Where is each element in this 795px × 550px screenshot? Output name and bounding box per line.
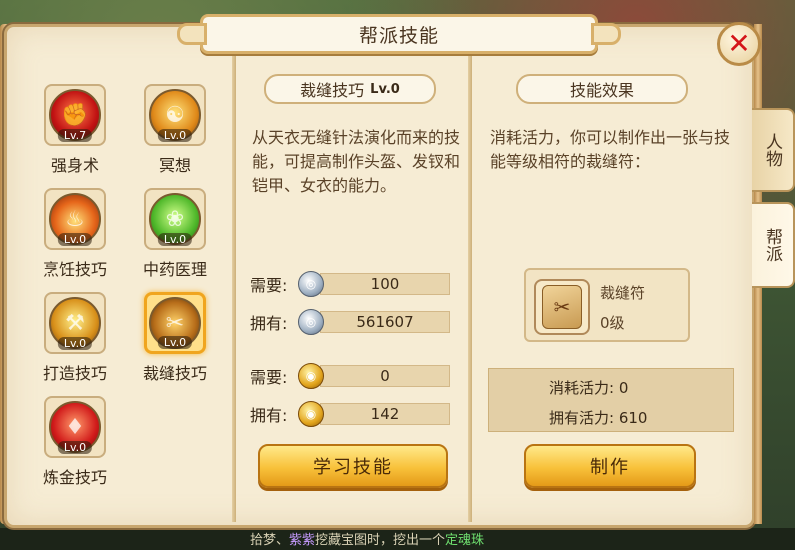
skill-effect: 技能效果 消耗活力，你可以制作出一张与技能等级相符的裁缝符： ✂ 裁缝符 0级 … xyxy=(476,60,746,520)
skill-level: Lv.0 xyxy=(57,233,93,246)
chat-text: 拾梦、 xyxy=(250,533,290,548)
skill-name: 中药医理 xyxy=(142,260,207,279)
banner-wing-left xyxy=(177,23,207,45)
contribution-cost-row: 需要: ◉ 0 xyxy=(250,363,450,389)
chat-strip: 拾梦、紫紫挖藏宝图时，挖出一个定魂珠 xyxy=(0,528,795,550)
silver-coin-icon: ◎ xyxy=(298,309,324,335)
skill-effect-header: 技能效果 xyxy=(516,74,688,104)
skill-frame: ♦ Lv.0 xyxy=(44,396,106,458)
chat-text: 挖藏宝图时，挖出一个 xyxy=(315,533,446,548)
skill-frame: ⚒ Lv.0 xyxy=(44,292,106,354)
skill-item-alchemy[interactable]: ♦ Lv.0 炼金技巧 xyxy=(30,396,120,488)
silver-need-value: 100 xyxy=(320,273,450,295)
skill-name: 打造技巧 xyxy=(42,364,107,383)
skill-frame: ❀ Lv.0 xyxy=(144,188,206,250)
gold-token-icon: ◉ xyxy=(298,401,324,427)
column-divider xyxy=(232,56,236,522)
silver-have-value: 561607 xyxy=(320,311,450,333)
learn-skill-button[interactable]: 学习技能 xyxy=(258,444,448,488)
skill-item-meditation[interactable]: ☯ Lv.0 冥想 xyxy=(130,84,220,176)
skill-frame: ✊ Lv.7 xyxy=(44,84,106,146)
item-name: 裁缝符 xyxy=(600,284,646,302)
gold-have-value: 142 xyxy=(320,403,450,425)
need-label: 需要: xyxy=(250,276,288,295)
product-item[interactable]: ✂ 裁缝符 0级 xyxy=(524,268,690,342)
gold-token-icon: ◉ xyxy=(298,363,324,389)
skill-name: 强身术 xyxy=(50,156,99,175)
item-frame: ✂ xyxy=(534,279,590,335)
skill-level: Lv.0 xyxy=(157,233,193,246)
skill-detail: 裁缝技巧 Lv.0 从天衣无缝针法演化而来的技能，可提高制作头盔、发钗和铠甲、女… xyxy=(238,60,466,520)
silver-owned-row: 拥有: ◎ 561607 xyxy=(250,309,450,335)
skill-level: Lv.0 xyxy=(157,129,193,142)
vitality-box: 消耗活力: 0 拥有活力: 610 xyxy=(488,368,734,432)
need-label: 需要: xyxy=(250,368,288,387)
vitality-cost: 消耗活力: 0 xyxy=(549,379,629,397)
contribution-owned-row: 拥有: ◉ 142 xyxy=(250,401,450,427)
skill-frame-selected: ✂ Lv.0 xyxy=(144,292,206,354)
column-divider xyxy=(468,56,472,522)
skill-level: Lv.0 xyxy=(157,336,193,349)
skill-name: 冥想 xyxy=(158,156,191,175)
skill-effect-title: 技能效果 xyxy=(569,81,634,100)
chat-item-name[interactable]: 定魂珠 xyxy=(445,533,484,548)
effect-description: 消耗活力，你可以制作出一张与技能等级相符的裁缝符： xyxy=(490,128,731,171)
skill-level: Lv.0 xyxy=(57,441,93,454)
silver-cost-row: 需要: ◎ 100 xyxy=(250,271,450,297)
skill-name: 炼金技巧 xyxy=(42,468,107,487)
close-icon: ✕ xyxy=(727,27,751,60)
gold-need-value: 0 xyxy=(320,365,450,387)
skill-frame: ♨ Lv.0 xyxy=(44,188,106,250)
silver-coin-icon: ◎ xyxy=(298,271,324,297)
window-title: 帮派技能 xyxy=(358,24,439,47)
item-level: 0级 xyxy=(600,314,625,332)
skill-item-forging[interactable]: ⚒ Lv.0 打造技巧 xyxy=(30,292,120,384)
tab-character[interactable]: 人物 xyxy=(752,108,795,192)
skill-item-herbal-medicine[interactable]: ❀ Lv.0 中药医理 xyxy=(130,188,220,280)
skill-item-cooking[interactable]: ♨ Lv.0 烹饪技巧 xyxy=(30,188,120,280)
vitality-owned: 拥有活力: 610 xyxy=(549,409,648,427)
chat-message: 拾梦、紫紫挖藏宝图时，挖出一个定魂珠 xyxy=(250,529,484,548)
have-label: 拥有: xyxy=(250,314,288,333)
banner-wing-right xyxy=(591,23,621,45)
chat-player-name[interactable]: 紫紫 xyxy=(289,533,315,548)
talisman-icon: ✂ xyxy=(542,285,582,329)
have-label: 拥有: xyxy=(250,406,288,425)
skill-name: 裁缝技巧 xyxy=(142,364,207,383)
craft-button[interactable]: 制作 xyxy=(524,444,696,488)
skill-description: 从天衣无缝针法演化而来的技能，可提高制作头盔、发钗和铠甲、女衣的能力。 xyxy=(252,128,461,195)
tab-guild[interactable]: 帮派 xyxy=(752,202,795,288)
skill-item-strength[interactable]: ✊ Lv.7 强身术 xyxy=(30,84,120,176)
skill-detail-title: 裁缝技巧 xyxy=(300,81,365,100)
skill-detail-level: Lv.0 xyxy=(370,81,400,97)
skill-level: Lv.0 xyxy=(57,337,93,350)
skill-detail-header: 裁缝技巧 Lv.0 xyxy=(264,74,436,104)
skill-list: ✊ Lv.7 强身术 ☯ Lv.0 冥想 ♨ Lv.0 烹饪技巧 ❀ Lv.0 … xyxy=(16,60,232,520)
skill-item-tailoring[interactable]: ✂ Lv.0 裁缝技巧 xyxy=(130,292,220,384)
skill-level: Lv.7 xyxy=(57,129,93,142)
skill-name: 烹饪技巧 xyxy=(42,260,107,279)
title-banner: 帮派技能 xyxy=(177,14,621,54)
skill-frame: ☯ Lv.0 xyxy=(144,84,206,146)
